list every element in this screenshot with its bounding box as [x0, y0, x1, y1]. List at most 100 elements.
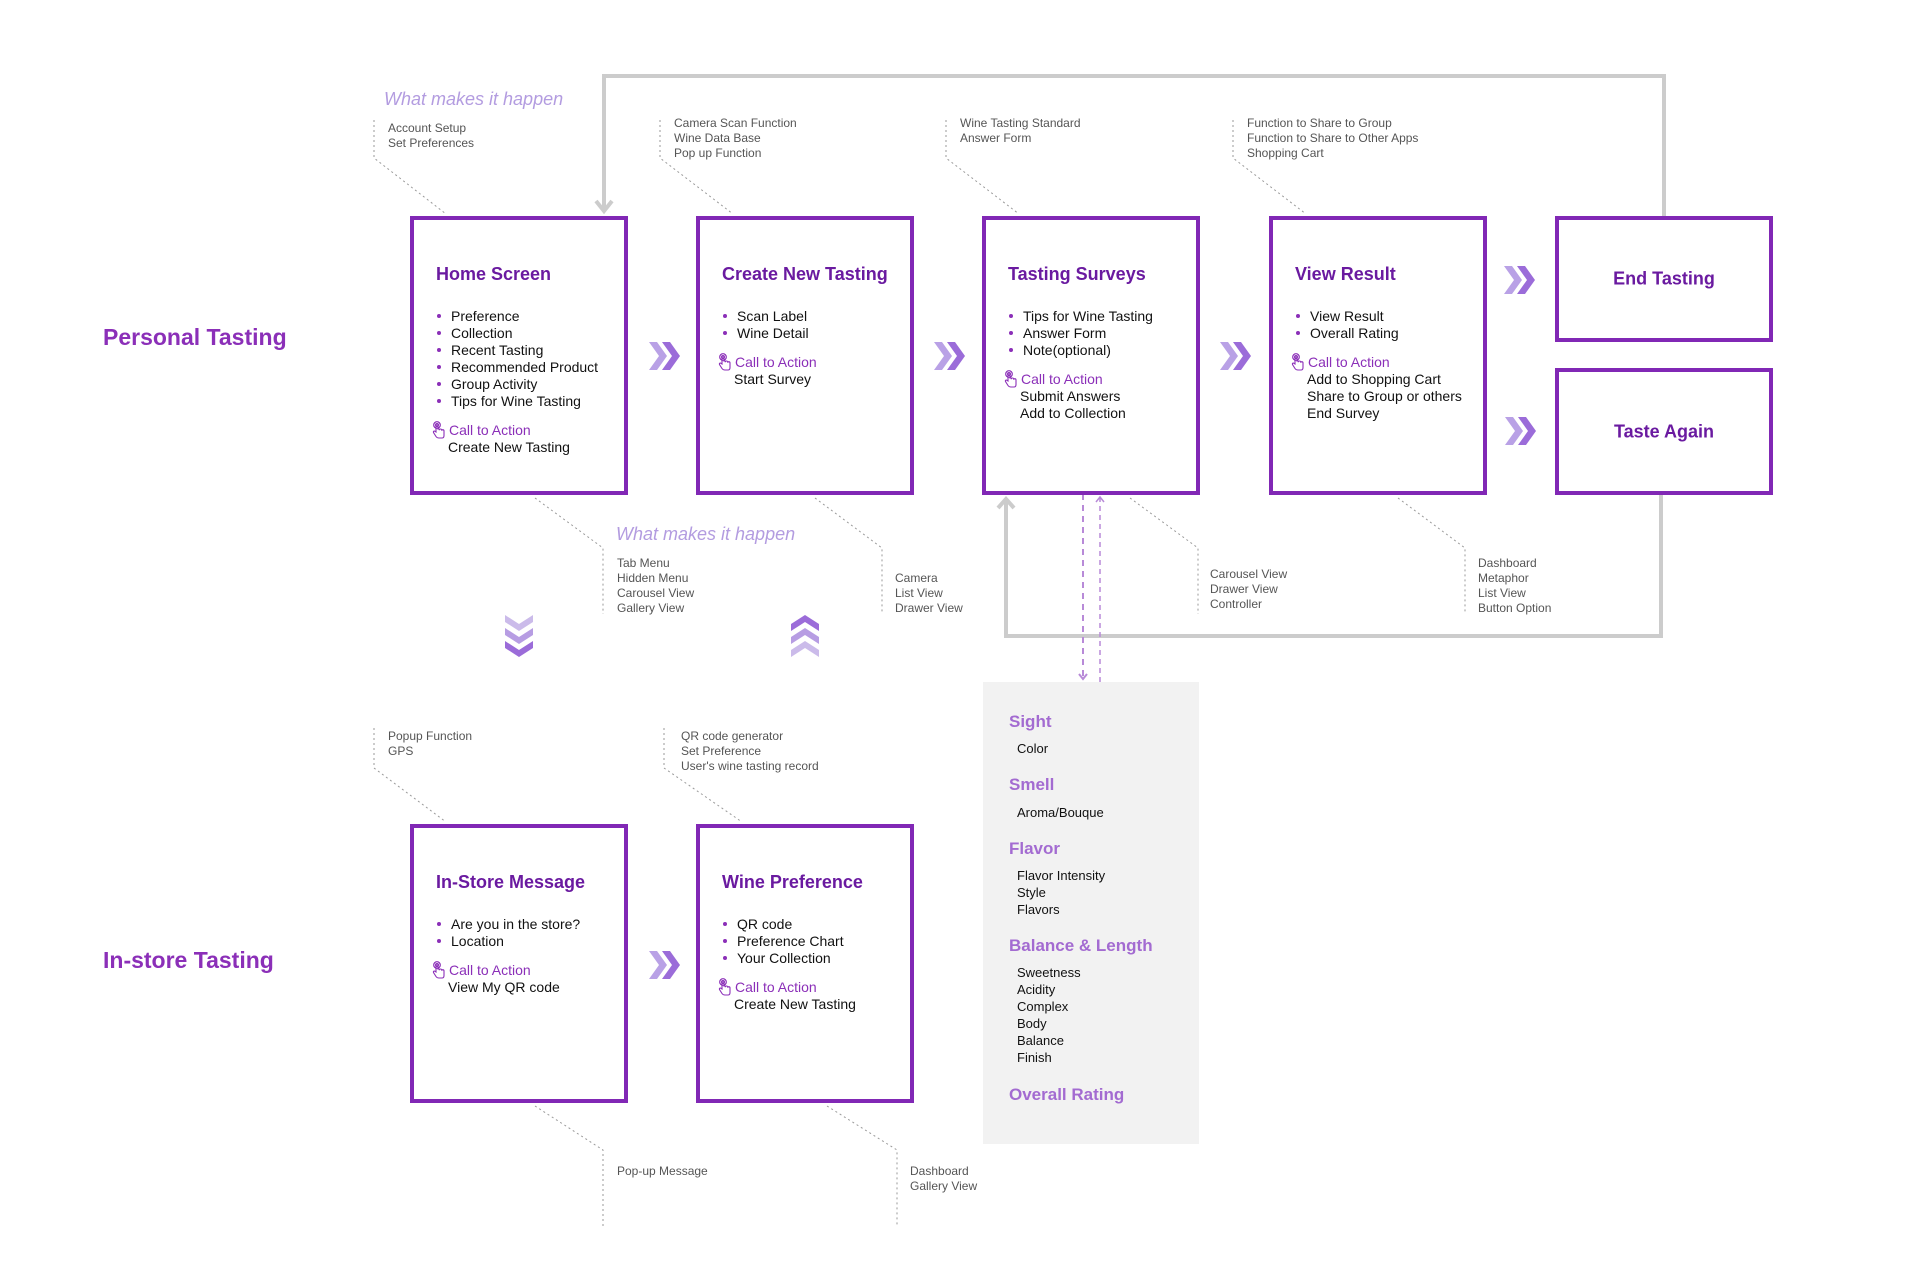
feature-item: Overall Rating: [1295, 325, 1399, 342]
screen-title: End Tasting: [1613, 268, 1715, 289]
screen-home[interactable]: Home Screen Preference Collection Recent…: [410, 216, 628, 495]
bullet-icon: [437, 314, 441, 318]
cta-label: Call to Action: [449, 422, 531, 438]
cta-action[interactable]: End Survey: [1291, 405, 1462, 422]
cta-action[interactable]: Create New Tasting: [432, 439, 570, 456]
cta-action[interactable]: Create New Tasting: [718, 996, 856, 1013]
tap-hand-icon: [718, 978, 731, 996]
screen-taste-again[interactable]: Taste Again: [1555, 368, 1773, 495]
annotation-line: Wine Data Base: [674, 131, 761, 145]
leader-home-bottom: [534, 497, 604, 614]
annotation-line: Set Preference: [681, 744, 762, 758]
feature-list: Scan Label Wine Detail: [722, 308, 809, 342]
cta-action[interactable]: Submit Answers: [1004, 388, 1126, 405]
annotation-line: Gallery View: [910, 1179, 978, 1193]
screen-view-result[interactable]: View Result View Result Overall Rating C…: [1269, 216, 1487, 495]
section-label-instore: In-store Tasting: [103, 947, 274, 973]
connector-lines: [373, 74, 1666, 1226]
tap-hand-icon: [718, 353, 731, 371]
annotation-line: Answer Form: [960, 131, 1032, 145]
annotation-instore-bottom: Pop-up Message: [617, 1164, 708, 1179]
cta-label: Call to Action: [1021, 371, 1103, 387]
feature-item: Your Collection: [722, 950, 844, 967]
bullet-icon: [723, 939, 727, 943]
panel-item: Flavors: [1017, 902, 1060, 917]
annotation-line: Set Preferences: [388, 136, 475, 150]
what-makes-it-happen-top: What makes it happen: [384, 89, 564, 109]
feature-item: Location: [436, 933, 580, 950]
feature-item: Wine Detail: [722, 325, 809, 342]
call-to-action: Call to Action Add to Shopping Cart Shar…: [1291, 353, 1462, 422]
cta-action[interactable]: Share to Group or others: [1291, 388, 1462, 405]
feature-item: Collection: [436, 325, 598, 342]
annotation-line: Carousel View: [617, 586, 695, 600]
panel-item: Flavor Intensity: [1017, 868, 1106, 883]
bullet-icon: [1009, 314, 1013, 318]
annotation-survey-bottom: Carousel View Drawer View Controller: [1210, 567, 1287, 612]
panel-heading-smell: Smell: [1009, 775, 1055, 794]
leader-result-bottom: [1397, 497, 1466, 614]
tap-hand-icon: [432, 961, 445, 979]
panel-item: Aroma/Bouque: [1017, 805, 1104, 820]
call-to-action: Call to Action Submit Answers Add to Col…: [1004, 370, 1126, 422]
section-label-personal: Personal Tasting: [103, 324, 287, 350]
cta-action[interactable]: Add to Collection: [1004, 405, 1126, 422]
double-chevron-right-icon: [1505, 417, 1536, 445]
feature-item: Tips for Wine Tasting: [1008, 308, 1153, 325]
bullet-icon: [723, 314, 727, 318]
bullet-icon: [437, 365, 441, 369]
feature-list: View Result Overall Rating: [1295, 308, 1399, 342]
annotation-line: Function to Share to Other Apps: [1247, 131, 1419, 145]
panel-item: Style: [1017, 885, 1046, 900]
tap-hand-icon: [1291, 353, 1304, 371]
annotation-line: Gallery View: [617, 601, 685, 615]
leader-survey-bottom: [1129, 497, 1199, 614]
screen-title: In-Store Message: [436, 872, 586, 892]
call-to-action: Call to Action Create New Tasting: [432, 421, 570, 456]
feature-list: Tips for Wine Tasting Answer Form Note(o…: [1008, 308, 1153, 359]
feature-list: Preference Collection Recent Tasting Rec…: [436, 308, 598, 410]
panel-item: Balance: [1017, 1033, 1064, 1048]
screen-title: View Result: [1295, 264, 1396, 284]
feature-item: Note(optional): [1008, 342, 1153, 359]
screen-title: Tasting Surveys: [1008, 264, 1146, 284]
screen-title: Home Screen: [436, 264, 552, 284]
screen-in-store-message[interactable]: In-Store Message Are you in the store? L…: [410, 824, 628, 1103]
annotation-result-top: Function to Share to Group Function to S…: [1247, 116, 1418, 161]
annotation-line: Drawer View: [895, 601, 963, 615]
leader-pref-bottom: [826, 1105, 898, 1226]
double-chevron-right-icon: [649, 342, 680, 370]
bullet-icon: [723, 922, 727, 926]
call-to-action: Call to Action View My QR code: [432, 961, 560, 996]
bullet-icon: [1009, 331, 1013, 335]
bullet-icon: [1296, 314, 1300, 318]
annotation-line: Pop-up Message: [617, 1164, 708, 1178]
triple-chevron-down-icon: [505, 615, 533, 657]
annotation-line: Tab Menu: [617, 556, 670, 570]
annotation-line: Popup Function: [388, 729, 473, 743]
annotation-pref-bottom: Dashboard Gallery View: [910, 1164, 977, 1194]
feature-item: Tips for Wine Tasting: [436, 393, 598, 410]
bullet-icon: [437, 939, 441, 943]
cta-action[interactable]: Add to Shopping Cart: [1291, 371, 1462, 388]
double-chevron-right-icon: [934, 342, 965, 370]
bullet-icon: [437, 399, 441, 403]
cta-label: Call to Action: [1308, 354, 1390, 370]
cta-label: Call to Action: [449, 962, 531, 978]
screen-wine-preference[interactable]: Wine Preference QR code Preference Chart…: [696, 824, 914, 1103]
cta-label: Call to Action: [735, 979, 817, 995]
feature-item: Recommended Product: [436, 359, 598, 376]
screen-tasting-surveys[interactable]: Tasting Surveys Tips for Wine Tasting An…: [982, 216, 1200, 495]
annotation-survey-top: Wine Tasting Standard Answer Form: [960, 116, 1081, 146]
cta-action[interactable]: View My QR code: [432, 979, 560, 996]
annotation-line: User's wine tasting record: [681, 759, 819, 773]
screen-end-tasting[interactable]: End Tasting: [1555, 216, 1773, 342]
cta-action[interactable]: Start Survey: [718, 371, 817, 388]
feature-list: Are you in the store? Location: [436, 916, 580, 950]
panel-item: Finish: [1017, 1050, 1052, 1065]
screen-create-new-tasting[interactable]: Create New Tasting Scan Label Wine Detai…: [696, 216, 914, 495]
annotation-line: Shopping Cart: [1247, 146, 1324, 160]
tap-hand-icon: [432, 421, 445, 439]
survey-detail-panel: Sight Color Smell Aroma/Bouque Flavor Fl…: [983, 682, 1199, 1144]
panel-heading-balance-length: Balance & Length: [1009, 936, 1153, 955]
